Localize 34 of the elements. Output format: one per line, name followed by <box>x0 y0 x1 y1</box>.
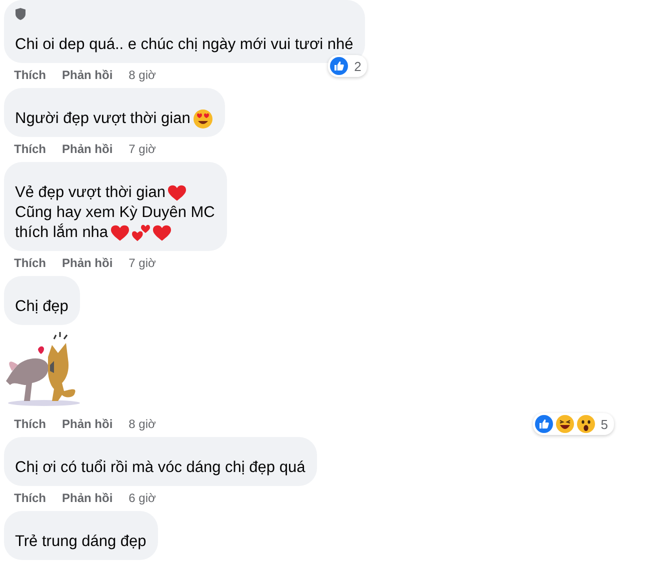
like-link[interactable]: Thích <box>14 68 46 82</box>
comment-text: Vẻ đẹp vượt thời gian <box>15 183 166 203</box>
reaction-summary[interactable]: 2 <box>328 55 368 77</box>
comment-text: Chị ơi có tuổi rồi mà vóc dáng chị đẹp quá <box>15 458 306 478</box>
like-link[interactable]: Thích <box>14 417 46 431</box>
like-link[interactable]: Thích <box>14 491 46 505</box>
heart-emoji-icon <box>168 184 186 202</box>
like-link[interactable]: Thích <box>14 142 46 156</box>
heart-emoji-icon <box>111 224 130 242</box>
reply-link[interactable]: Phản hồi <box>62 491 113 505</box>
reply-link[interactable]: Phản hồi <box>62 68 113 82</box>
heart-eyes-emoji-icon <box>193 109 214 129</box>
comment-time: 8 giờ <box>128 417 156 431</box>
comment-text: Cũng hay xem Kỳ Duyên MC <box>15 203 215 223</box>
reply-link[interactable]: Phản hồi <box>62 256 113 270</box>
like-reaction-icon <box>534 415 553 433</box>
comment-text: Chị đẹp <box>15 297 68 317</box>
comment-time: 8 giờ <box>128 68 156 82</box>
comment-text: Trẻ trung dáng đẹp <box>15 532 146 552</box>
comment-text: thích lắm nha <box>15 223 108 243</box>
heart-emoji-icon <box>153 224 172 242</box>
reply-link[interactable]: Phản hồi <box>62 142 113 156</box>
comment-time: 7 giờ <box>128 256 156 270</box>
comment-time: 7 giờ <box>128 142 156 156</box>
comment-time: 6 giờ <box>128 491 156 505</box>
laughing-reaction-icon <box>556 415 574 433</box>
like-link[interactable]: Thích <box>14 256 46 270</box>
comment-text: Người đẹp vượt thời gian <box>15 109 190 129</box>
surprised-reaction-icon <box>576 415 595 433</box>
reply-link[interactable]: Phản hồi <box>62 417 113 431</box>
like-reaction-icon <box>330 57 348 75</box>
two-hearts-emoji-icon <box>132 224 150 242</box>
comment-text: Chi oi dep quá.. e chúc chị ngày mới vui tươi nhé <box>15 35 354 55</box>
reaction-summary[interactable]: 5 <box>532 413 614 435</box>
